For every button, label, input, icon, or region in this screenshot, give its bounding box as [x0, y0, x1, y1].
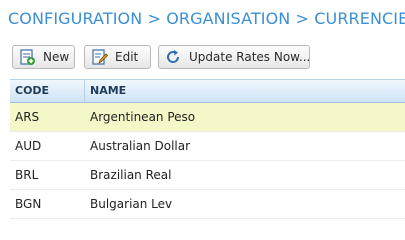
cell-code: BGN [15, 197, 42, 211]
update-rates-button-label: Update Rates Now... [189, 50, 311, 64]
new-button-label: New [43, 50, 70, 64]
breadcrumb-item-currencies: CURRENCIES [314, 9, 405, 28]
cell-name: Australian Dollar [90, 139, 191, 153]
table-row[interactable]: BRL Brazilian Real [10, 161, 405, 190]
edit-button-label: Edit [115, 50, 139, 64]
column-header-code[interactable]: CODE [15, 84, 49, 97]
cell-code: ARS [15, 110, 40, 124]
cell-code: AUD [15, 139, 42, 153]
breadcrumb-item-organisation[interactable]: ORGANISATION [166, 9, 290, 28]
cell-name: Argentinean Peso [90, 110, 196, 124]
refresh-icon [164, 48, 182, 66]
cell-name: Brazilian Real [90, 168, 172, 182]
edit-document-icon [90, 48, 109, 66]
currencies-grid: CODE NAME ARS Argentinean Peso AUD Austr… [10, 79, 405, 219]
breadcrumb-item-configuration[interactable]: CONFIGURATION [8, 9, 142, 28]
breadcrumb-separator: > [147, 9, 161, 28]
breadcrumb: CONFIGURATION > ORGANISATION > CURRENCIE… [8, 9, 405, 28]
breadcrumb-separator: > [295, 9, 310, 28]
update-rates-button[interactable]: Update Rates Now... [158, 45, 310, 69]
cell-code: BRL [15, 168, 39, 182]
table-row[interactable]: AUD Australian Dollar [10, 132, 405, 161]
column-separator[interactable] [84, 80, 85, 102]
new-button[interactable]: New [12, 45, 75, 69]
edit-button[interactable]: Edit [84, 45, 151, 69]
new-document-icon [18, 48, 36, 66]
grid-header: CODE NAME [10, 79, 405, 103]
cell-name: Bulgarian Lev [90, 197, 173, 211]
column-header-name[interactable]: NAME [90, 84, 126, 97]
table-row[interactable]: ARS Argentinean Peso [10, 103, 405, 132]
table-row[interactable]: BGN Bulgarian Lev [10, 190, 405, 219]
